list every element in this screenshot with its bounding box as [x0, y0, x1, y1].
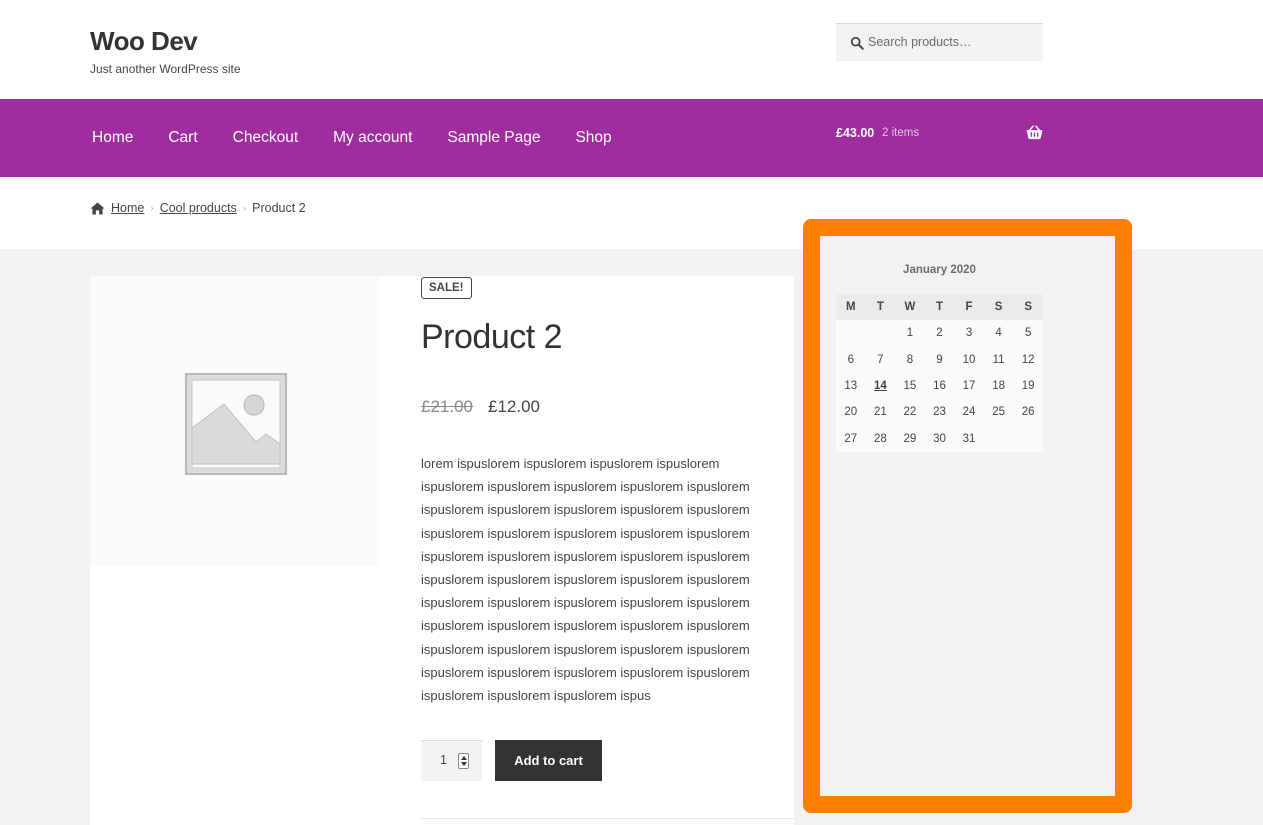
breadcrumb: Home › Cool products › Product 2 — [90, 201, 306, 215]
calendar-day: 7 — [865, 346, 896, 373]
product-image[interactable] — [90, 276, 380, 566]
quantity-value[interactable]: 1 — [440, 753, 447, 767]
calendar-day: 18 — [983, 372, 1014, 400]
calendar-day: 22 — [895, 399, 925, 426]
site-header: Woo Dev Just another WordPress site — [0, 0, 1263, 99]
nav-item-cart[interactable]: Cart — [168, 129, 197, 147]
calendar-day: 31 — [954, 425, 984, 452]
calendar-day: 28 — [865, 425, 896, 452]
calendar-day: 3 — [954, 320, 984, 347]
calendar-day: 16 — [924, 372, 955, 400]
calendar-day: 12 — [1013, 346, 1043, 373]
weekday-header: S — [1013, 294, 1043, 320]
nav-item-home[interactable]: Home — [92, 129, 133, 147]
calendar-day — [1013, 425, 1043, 452]
breadcrumb-current: Product 2 — [252, 201, 306, 215]
calendar-week-row: 1 2 3 4 5 — [836, 320, 1043, 347]
calendar-day: 6 — [836, 346, 866, 373]
weekday-header: M — [836, 294, 866, 320]
calendar-day: 30 — [924, 425, 955, 452]
calendar-widget: M T W T F S S 1 2 3 4 5 6 7 8 9 10 11 12 — [836, 294, 1043, 452]
calendar-day: 1 — [895, 320, 925, 347]
chevron-right-icon: › — [150, 202, 154, 214]
weekday-header: S — [983, 294, 1014, 320]
cart-amount[interactable]: £43.00 — [836, 126, 874, 140]
nav-item-shop[interactable]: Shop — [575, 129, 611, 147]
calendar-week-row: 6 7 8 9 10 11 12 — [836, 346, 1043, 373]
weekday-header: F — [954, 294, 984, 320]
cart-count[interactable]: 2 items — [882, 127, 919, 139]
spin-up-icon[interactable] — [461, 756, 467, 760]
price-old: £21.00 — [421, 397, 473, 416]
weekday-header: W — [895, 294, 925, 320]
calendar-day: 29 — [895, 425, 925, 452]
calendar-day: 13 — [836, 372, 866, 400]
quantity-stepper[interactable]: 1 — [421, 740, 482, 781]
price-new: £12.00 — [488, 397, 540, 416]
calendar-day: 19 — [1013, 372, 1043, 400]
divider — [421, 818, 794, 819]
search-icon — [850, 36, 864, 50]
calendar-day: 20 — [836, 399, 866, 426]
chevron-right-icon: › — [242, 202, 247, 214]
search-box — [836, 23, 1043, 61]
basket-icon[interactable] — [1026, 125, 1043, 140]
weekday-header: T — [865, 294, 896, 320]
spin-down-icon[interactable] — [461, 762, 467, 766]
primary-navigation: Home Cart Checkout My account Sample Pag… — [0, 99, 1263, 177]
breadcrumb-category-link[interactable]: Cool products — [160, 201, 237, 215]
calendar-day: 10 — [954, 346, 984, 373]
calendar-day: 4 — [983, 320, 1014, 347]
calendar-day — [836, 320, 866, 347]
calendar-weekday-row: M T W T F S S — [836, 294, 1043, 320]
calendar-day: 21 — [865, 399, 896, 426]
nav-menu: Home Cart Checkout My account Sample Pag… — [92, 99, 647, 177]
calendar-day: 8 — [895, 346, 925, 373]
search-input[interactable] — [868, 25, 1038, 59]
image-placeholder-icon — [185, 373, 287, 475]
product-title: Product 2 — [421, 318, 563, 356]
calendar-day: 23 — [924, 399, 955, 426]
calendar-day — [865, 320, 896, 347]
calendar-day: 2 — [924, 320, 955, 347]
product-card: SALE! Product 2 £21.00 £12.00 lorem ispu… — [90, 276, 794, 825]
calendar-day-today-link[interactable]: 14 — [865, 372, 896, 400]
breadcrumb-home-link[interactable]: Home — [111, 201, 144, 215]
calendar-day — [983, 425, 1014, 452]
calendar-day: 9 — [924, 346, 955, 373]
site-description: Just another WordPress site — [90, 62, 241, 76]
calendar-day: 11 — [983, 346, 1014, 373]
calendar-week-row: 13 14 15 16 17 18 19 — [836, 372, 1043, 400]
calendar-caption: January 2020 — [903, 264, 976, 276]
add-to-cart-button[interactable]: Add to cart — [495, 740, 602, 781]
calendar-day: 5 — [1013, 320, 1043, 347]
sale-badge: SALE! — [421, 277, 472, 299]
calendar-day: 27 — [836, 425, 866, 452]
calendar-day: 15 — [895, 372, 925, 400]
calendar-week-row: 20 21 22 23 24 25 26 — [836, 399, 1043, 426]
weekday-header: T — [924, 294, 955, 320]
calendar-week-row: 27 28 29 30 31 — [836, 425, 1043, 452]
product-description: lorem ispuslorem ispuslorem ispuslorem i… — [421, 456, 750, 704]
calendar-day: 24 — [954, 399, 984, 426]
quantity-spinner[interactable] — [458, 753, 469, 769]
nav-item-my-account[interactable]: My account — [333, 129, 412, 147]
nav-item-checkout[interactable]: Checkout — [233, 129, 298, 147]
calendar-day: 17 — [954, 372, 984, 400]
calendar-day: 25 — [983, 399, 1014, 426]
site-title[interactable]: Woo Dev — [90, 26, 198, 57]
nav-item-sample-page[interactable]: Sample Page — [447, 129, 540, 147]
home-icon — [90, 201, 105, 215]
calendar-day: 26 — [1013, 399, 1043, 426]
